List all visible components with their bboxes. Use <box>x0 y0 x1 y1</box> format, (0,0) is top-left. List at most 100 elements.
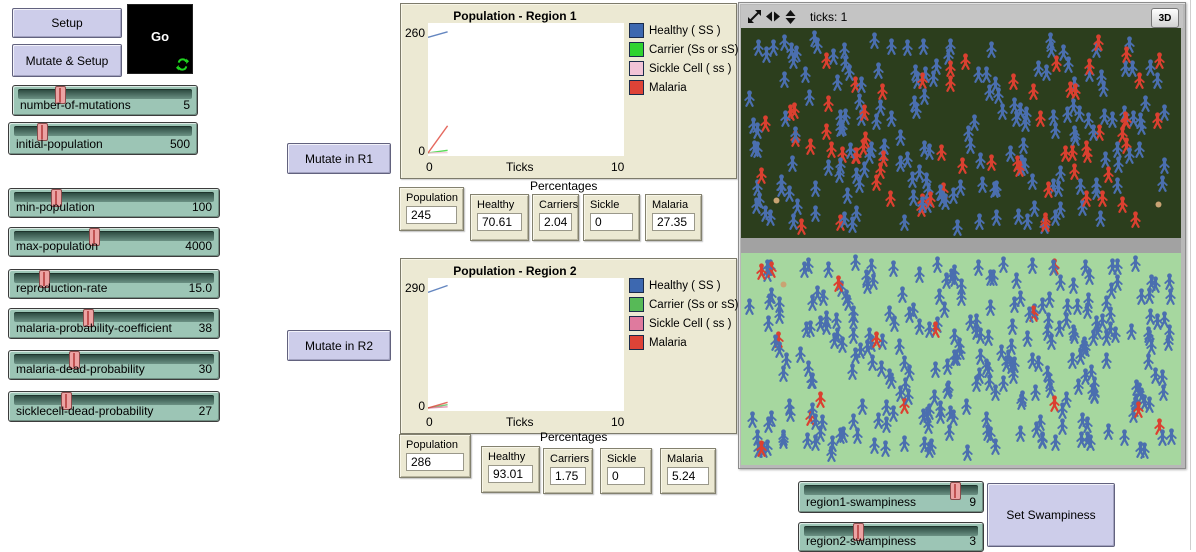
set-swampiness-button[interactable]: Set Swampiness <box>987 483 1115 547</box>
setup-button-label: Setup <box>51 16 82 30</box>
person-agent <box>1136 288 1147 310</box>
person-agent <box>1159 157 1170 179</box>
legend-item-malaria: Malaria <box>629 80 738 95</box>
mutate-setup-button[interactable]: Mutate & Setup <box>12 44 122 77</box>
person-agent <box>1062 298 1073 320</box>
person-agent <box>804 89 815 111</box>
person-agent <box>1068 277 1079 299</box>
person-agent <box>1133 401 1144 423</box>
slider-malaria-dead-probability[interactable]: malaria-dead-probability 30 <box>8 350 220 380</box>
region-divider <box>741 238 1181 253</box>
vertical-arrows-icon[interactable] <box>785 10 796 24</box>
slider-region1-swampiness[interactable]: region1-swampiness 9 <box>798 481 984 513</box>
monitor-label: Healthy <box>488 451 533 463</box>
person-agent <box>907 171 918 193</box>
person-agent <box>751 197 762 219</box>
monitor-value: 70.61 <box>477 213 522 231</box>
percentages-label-region2: Percentages <box>540 430 607 444</box>
person-agent <box>856 76 867 98</box>
person-agent <box>1163 334 1174 356</box>
person-agent <box>935 407 946 429</box>
slider-label: malaria-dead-probability <box>16 362 145 376</box>
x-axis-min-label: 0 <box>426 415 433 429</box>
resize-diagonal-icon[interactable] <box>748 10 761 23</box>
setup-button[interactable]: Setup <box>12 8 122 38</box>
person-agent <box>981 66 992 88</box>
monitor-value: 5.24 <box>667 467 709 485</box>
person-agent <box>1107 258 1118 280</box>
go-button[interactable]: Go <box>127 4 193 74</box>
mutate-r1-button[interactable]: Mutate in R1 <box>287 143 391 174</box>
monitor-value: 1.75 <box>550 467 586 485</box>
person-agent <box>1018 137 1029 159</box>
person-agent <box>1055 274 1066 296</box>
person-agent <box>1055 201 1066 223</box>
person-agent <box>909 95 920 117</box>
person-agent <box>756 440 767 462</box>
person-agent <box>885 190 896 212</box>
slider-sicklecell-dead-probability[interactable]: sicklecell-dead-probability 27 <box>8 391 220 422</box>
person-agent <box>1040 215 1051 237</box>
person-agent <box>1075 178 1086 200</box>
person-agent <box>1057 402 1068 424</box>
person-agent <box>974 367 985 389</box>
person-agent <box>823 95 834 117</box>
person-agent <box>753 39 764 61</box>
person-agent <box>875 162 886 184</box>
mosquito-agent <box>780 275 787 293</box>
slider-malaria-probability-coefficient[interactable]: malaria-probability-coefficient 38 <box>8 308 220 339</box>
slider-number-of-mutations[interactable]: number-of-mutations 5 <box>12 85 198 116</box>
monitor-malaria-region2: Malaria 5.24 <box>660 448 716 494</box>
plot-title: Population - Region 1 <box>401 9 629 23</box>
person-agent <box>851 205 862 227</box>
person-agent <box>918 38 929 60</box>
monitor-value: 286 <box>406 453 464 471</box>
slider-max-population[interactable]: max-population 4000 <box>8 227 220 257</box>
view-3d-button[interactable]: 3D <box>1151 8 1179 28</box>
person-agent <box>1008 73 1019 95</box>
monitor-label: Population <box>406 439 464 451</box>
plot-region1: Population - Region 1 260 0 0 Ticks 10 H… <box>400 3 737 179</box>
person-agent <box>1121 46 1132 68</box>
person-agent <box>1055 165 1066 187</box>
slider-value: 38 <box>199 321 212 335</box>
slider-value: 100 <box>192 200 212 214</box>
person-agent <box>886 372 897 394</box>
person-agent <box>1135 112 1146 134</box>
slider-label: min-population <box>16 200 95 214</box>
slider-track[interactable] <box>14 126 192 136</box>
person-agent <box>815 391 826 413</box>
person-agent <box>744 298 755 320</box>
person-agent <box>1095 210 1106 232</box>
slider-reproduction-rate[interactable]: reproduction-rate 15.0 <box>8 269 220 299</box>
person-agent <box>748 117 759 139</box>
monitor-population-region1: Population 245 <box>399 187 464 231</box>
mutate-r2-button[interactable]: Mutate in R2 <box>287 330 391 361</box>
legend-item-carrier: Carrier (Ss or sS) <box>629 42 738 57</box>
person-agent <box>899 214 910 236</box>
person-agent <box>945 405 956 427</box>
plot-legend: Healthy ( SS ) Carrier (Ss or sS) Sickle… <box>629 23 738 99</box>
legend-label: Malaria <box>649 337 687 349</box>
legend-label: Malaria <box>649 82 687 94</box>
person-agent <box>1007 318 1018 340</box>
person-agent <box>1033 355 1044 377</box>
person-agent <box>818 289 829 311</box>
slider-value: 27 <box>199 404 212 418</box>
person-agent <box>823 261 834 283</box>
series-line <box>428 126 448 153</box>
person-agent <box>1152 112 1163 134</box>
person-agent <box>869 32 880 54</box>
person-agent <box>784 185 795 207</box>
slider-initial-population[interactable]: initial-population 500 <box>8 122 198 155</box>
horizontal-arrows-icon[interactable] <box>766 11 780 22</box>
slider-min-population[interactable]: min-population 100 <box>8 188 220 218</box>
person-agent <box>756 263 767 285</box>
person-agent <box>877 83 888 105</box>
person-agent <box>854 176 865 198</box>
slider-track[interactable] <box>804 485 978 495</box>
slider-region2-swampiness[interactable]: region2-swampiness 3 <box>798 522 984 552</box>
mutate-r1-button-label: Mutate in R1 <box>305 152 373 166</box>
person-agent <box>957 157 968 179</box>
monitor-malaria-region1: Malaria 27.35 <box>645 194 702 241</box>
